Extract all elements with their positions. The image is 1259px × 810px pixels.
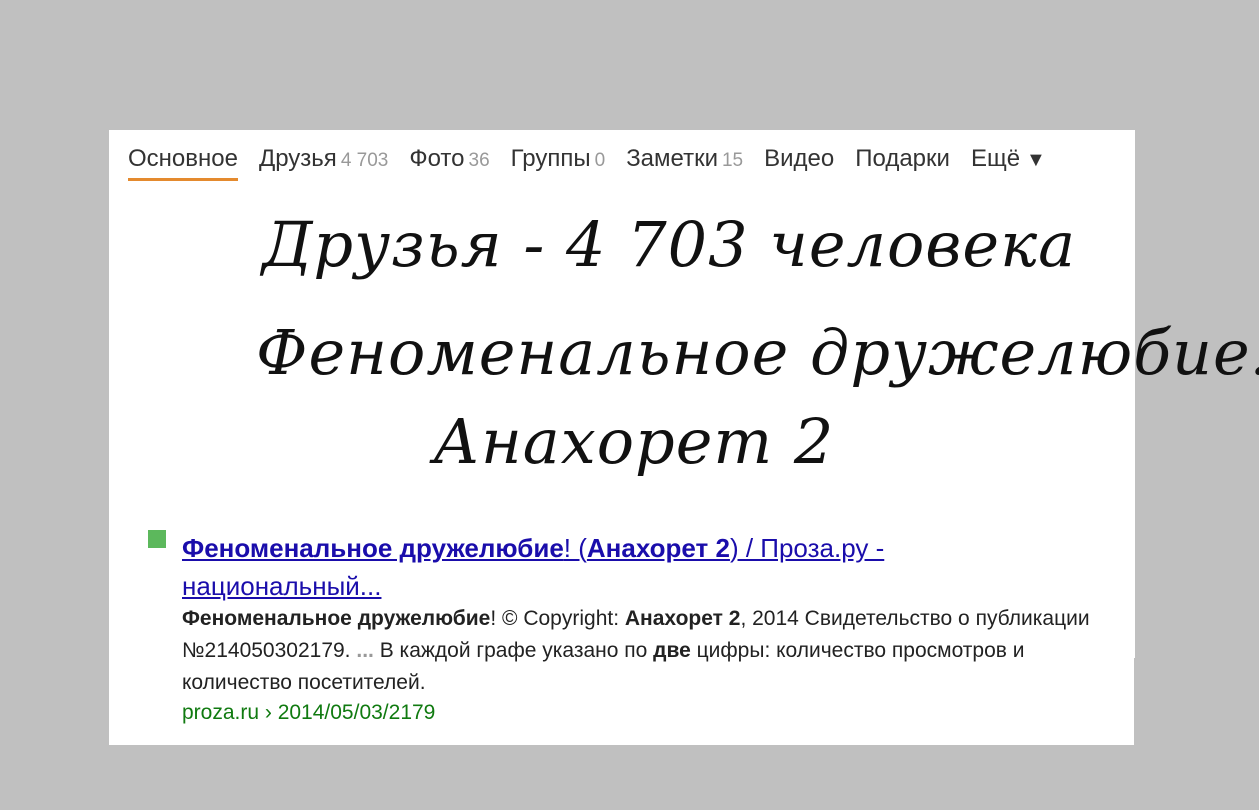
snippet-bold-3: две xyxy=(653,639,691,662)
chevron-down-icon: ▼ xyxy=(1026,149,1046,171)
snippet-text-3: В каждой графе указано по xyxy=(373,639,654,662)
snippet-text-1: ! © Copyright: xyxy=(490,607,625,630)
tab-groups-label: Группы xyxy=(510,145,591,172)
tab-video[interactable]: Видео xyxy=(764,143,834,181)
tab-notes-count: 15 xyxy=(721,150,744,171)
tab-photos-label: Фото xyxy=(409,145,465,172)
title-bold-1: Феноменальное дружелюбие xyxy=(182,533,564,563)
search-result-snippet: Феноменальное дружелюбие! © Copyright: А… xyxy=(182,603,1112,699)
tab-gifts[interactable]: Подарки xyxy=(855,143,950,181)
title-bold-2: Анахорет 2 xyxy=(586,533,730,563)
tab-main[interactable]: Основное xyxy=(128,143,238,181)
search-result-url-link[interactable]: proza.ru › 2014/05/03/2179 xyxy=(182,699,435,727)
tab-groups[interactable]: Группы 0 xyxy=(511,143,606,181)
tab-groups-count: 0 xyxy=(594,150,606,171)
tab-photos[interactable]: Фото 36 xyxy=(409,143,489,181)
tab-gifts-label: Подарки xyxy=(855,145,950,172)
tab-video-label: Видео xyxy=(764,145,835,172)
snippet-bold-2: Анахорет 2 xyxy=(624,607,741,630)
headline-friends-count: Друзья - 4 703 человека xyxy=(262,208,1077,281)
tab-notes-label: Заметки xyxy=(626,145,718,172)
tab-friends-count: 4 703 xyxy=(340,150,389,171)
snippet-ellipsis: ... xyxy=(356,639,374,662)
title-text-1: ! ( xyxy=(563,533,587,563)
tab-more[interactable]: Ещё ▼ xyxy=(971,143,1046,181)
search-result-title-link[interactable]: Феноменальное дружелюбие! (Анахорет 2) /… xyxy=(182,529,1032,605)
result-bullet-icon xyxy=(148,530,166,548)
tab-main-label: Основное xyxy=(128,145,238,172)
profile-tabs: Основное Друзья 4 703 Фото 36 Группы 0 Заме… xyxy=(128,143,1067,183)
tab-friends[interactable]: Друзья 4 703 xyxy=(259,143,388,181)
tab-photos-count: 36 xyxy=(468,150,490,171)
tab-more-label: Ещё xyxy=(970,145,1021,172)
snippet-bold-1: Феноменальное дружелюбие xyxy=(182,607,491,630)
tab-notes[interactable]: Заметки 15 xyxy=(626,143,743,181)
headline-author: Анахорет 2 xyxy=(433,405,835,478)
tab-friends-label: Друзья xyxy=(258,145,337,172)
headline-friendliness: Феноменальное дружелюбие! xyxy=(256,316,1259,389)
